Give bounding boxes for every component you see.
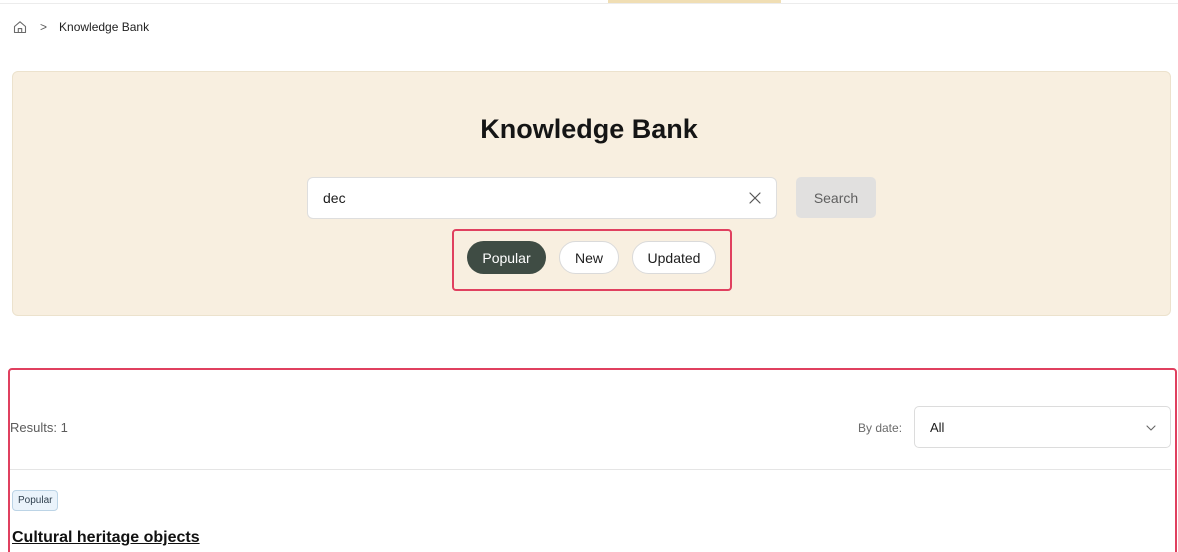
search-input[interactable] (323, 190, 747, 206)
page-title: Knowledge Bank (480, 114, 698, 144)
top-divider (0, 0, 1178, 4)
date-filter-value: All (930, 419, 945, 435)
chevron-down-icon (1146, 418, 1156, 436)
sort-label: By date: (858, 421, 903, 435)
results-highlight-frame (8, 368, 1177, 552)
filter-pill-popular[interactable]: Popular (467, 241, 546, 274)
results-count: Results: 1 (10, 420, 68, 435)
search-button[interactable]: Search (796, 177, 876, 218)
filter-pill-updated[interactable]: Updated (632, 241, 716, 274)
results-divider (10, 469, 1171, 470)
date-filter-select[interactable]: All (914, 406, 1171, 448)
home-icon[interactable] (13, 20, 27, 34)
status-badge: Popular (12, 490, 59, 511)
result-title-link[interactable]: Cultural heritage objects (12, 529, 200, 547)
filter-pill-new[interactable]: New (559, 241, 619, 274)
close-icon[interactable] (747, 190, 763, 206)
search-box (307, 177, 777, 219)
breadcrumb-current: Knowledge Bank (59, 20, 150, 34)
breadcrumb: > Knowledge Bank (13, 18, 149, 36)
breadcrumb-separator: > (40, 20, 48, 34)
active-nav-indicator (608, 0, 781, 3)
